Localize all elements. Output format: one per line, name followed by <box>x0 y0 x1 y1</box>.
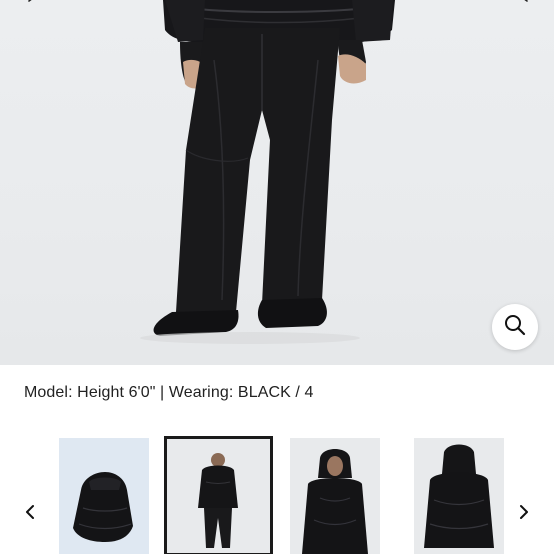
model-fullbody-image <box>166 438 271 554</box>
model-hood-image <box>290 438 380 554</box>
prev-image-arrow[interactable] <box>22 0 44 14</box>
model-caption: Model: Height 6'0" | Wearing: BLACK / 4 <box>24 384 314 401</box>
thumbnail-2[interactable] <box>164 436 273 554</box>
chevron-right-icon <box>515 0 531 14</box>
jacket-flatlay-image <box>59 438 149 554</box>
chevron-left-icon <box>25 0 41 14</box>
thumbnail-1[interactable] <box>59 438 149 554</box>
thumbnail-carousel <box>0 430 554 554</box>
main-product-image[interactable] <box>0 0 554 365</box>
next-image-arrow[interactable] <box>512 0 534 14</box>
model-back-image <box>414 438 504 554</box>
chevron-right-icon <box>518 503 530 526</box>
thumbnail-3[interactable] <box>290 438 380 554</box>
carousel-next-button[interactable] <box>514 502 534 526</box>
carousel-prev-button[interactable] <box>20 502 40 526</box>
chevron-left-icon <box>24 503 36 526</box>
zoom-button[interactable] <box>492 304 538 350</box>
thumbnail-4[interactable] <box>414 438 504 554</box>
search-icon <box>503 313 527 342</box>
model-photo <box>140 0 395 344</box>
